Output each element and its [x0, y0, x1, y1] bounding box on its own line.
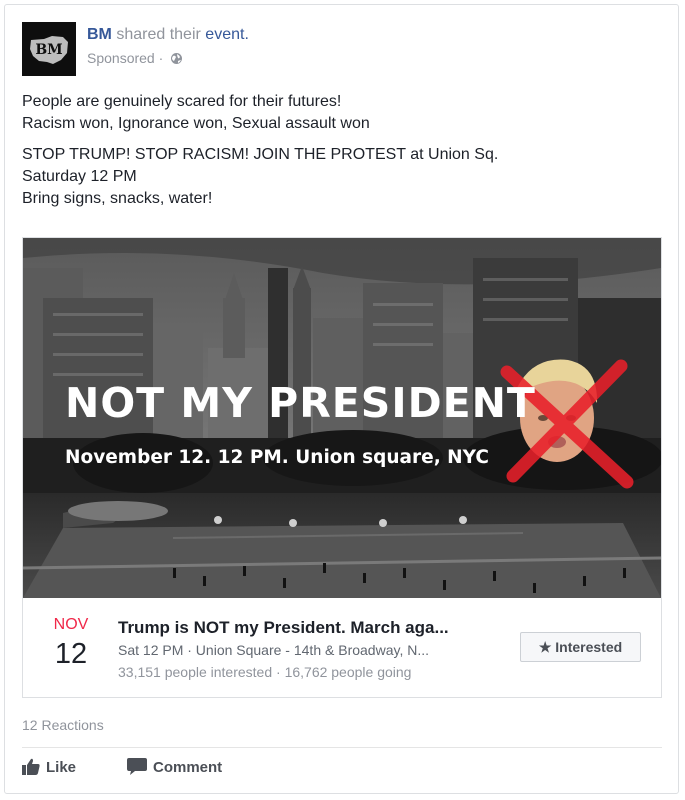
banner-title: NOT MY PRESIDENT — [65, 379, 536, 427]
reactions-count[interactable]: 12 Reactions — [22, 717, 104, 733]
comment-icon — [127, 758, 147, 775]
svg-text:BM: BM — [35, 42, 62, 58]
author-link[interactable]: BM — [87, 26, 112, 43]
event-location: Sat 12 PM · Union Square - 14th & Broadw… — [118, 642, 430, 658]
post-subline: Sponsored · — [87, 50, 487, 68]
event-attachment[interactable]: NOT MY PRESIDENT November 12. 12 PM. Uni… — [22, 237, 662, 698]
like-label: Like — [46, 759, 77, 776]
comment-label: Comment — [153, 759, 223, 776]
event-title[interactable]: Trump is NOT my President. March aga... — [118, 618, 449, 638]
interested-label: Interested — [555, 639, 623, 655]
globe-icon[interactable] — [170, 52, 183, 68]
event-details: NOV 12 Trump is NOT my President. March … — [23, 598, 661, 697]
interested-button[interactable]: ★ Interested — [520, 632, 641, 662]
avatar[interactable]: BM — [22, 22, 76, 76]
event-link[interactable]: event. — [205, 26, 249, 43]
divider — [22, 747, 662, 748]
banner-subtitle: November 12. 12 PM. Union square, NYC — [65, 447, 489, 468]
message-line: Bring signs, snacks, water! — [22, 190, 213, 207]
post-message: People are genuinely scared for their fu… — [22, 91, 662, 210]
comment-button[interactable]: Comment — [127, 758, 222, 776]
message-line: STOP TRUMP! STOP RACISM! JOIN THE PROTES… — [22, 146, 499, 163]
avatar-logo-icon: BM — [22, 22, 76, 76]
separator: · — [158, 50, 164, 66]
message-line: Racism won, Ignorance won, Sexual assaul… — [22, 115, 370, 132]
event-date: NOV 12 — [35, 616, 107, 671]
post-card: BM BM shared their event. Sponsored · Pe… — [4, 4, 679, 794]
thumbs-up-icon — [22, 758, 40, 775]
sponsored-label[interactable]: Sponsored — [87, 50, 155, 66]
post-headline: BM shared their event. — [87, 26, 487, 44]
message-line: People are genuinely scared for their fu… — [22, 93, 342, 110]
event-day: 12 — [54, 638, 88, 670]
event-stats: 33,151 people interested · 16,762 people… — [118, 664, 412, 680]
post-meta: BM shared their event. Sponsored · — [87, 26, 487, 68]
message-line: Saturday 12 PM — [22, 168, 137, 185]
star-icon: ★ — [538, 639, 552, 655]
action-text: shared their — [116, 26, 201, 43]
event-month: NOV — [53, 616, 89, 633]
like-button[interactable]: Like — [22, 758, 76, 776]
event-cover-photo[interactable]: NOT MY PRESIDENT November 12. 12 PM. Uni… — [23, 238, 661, 598]
